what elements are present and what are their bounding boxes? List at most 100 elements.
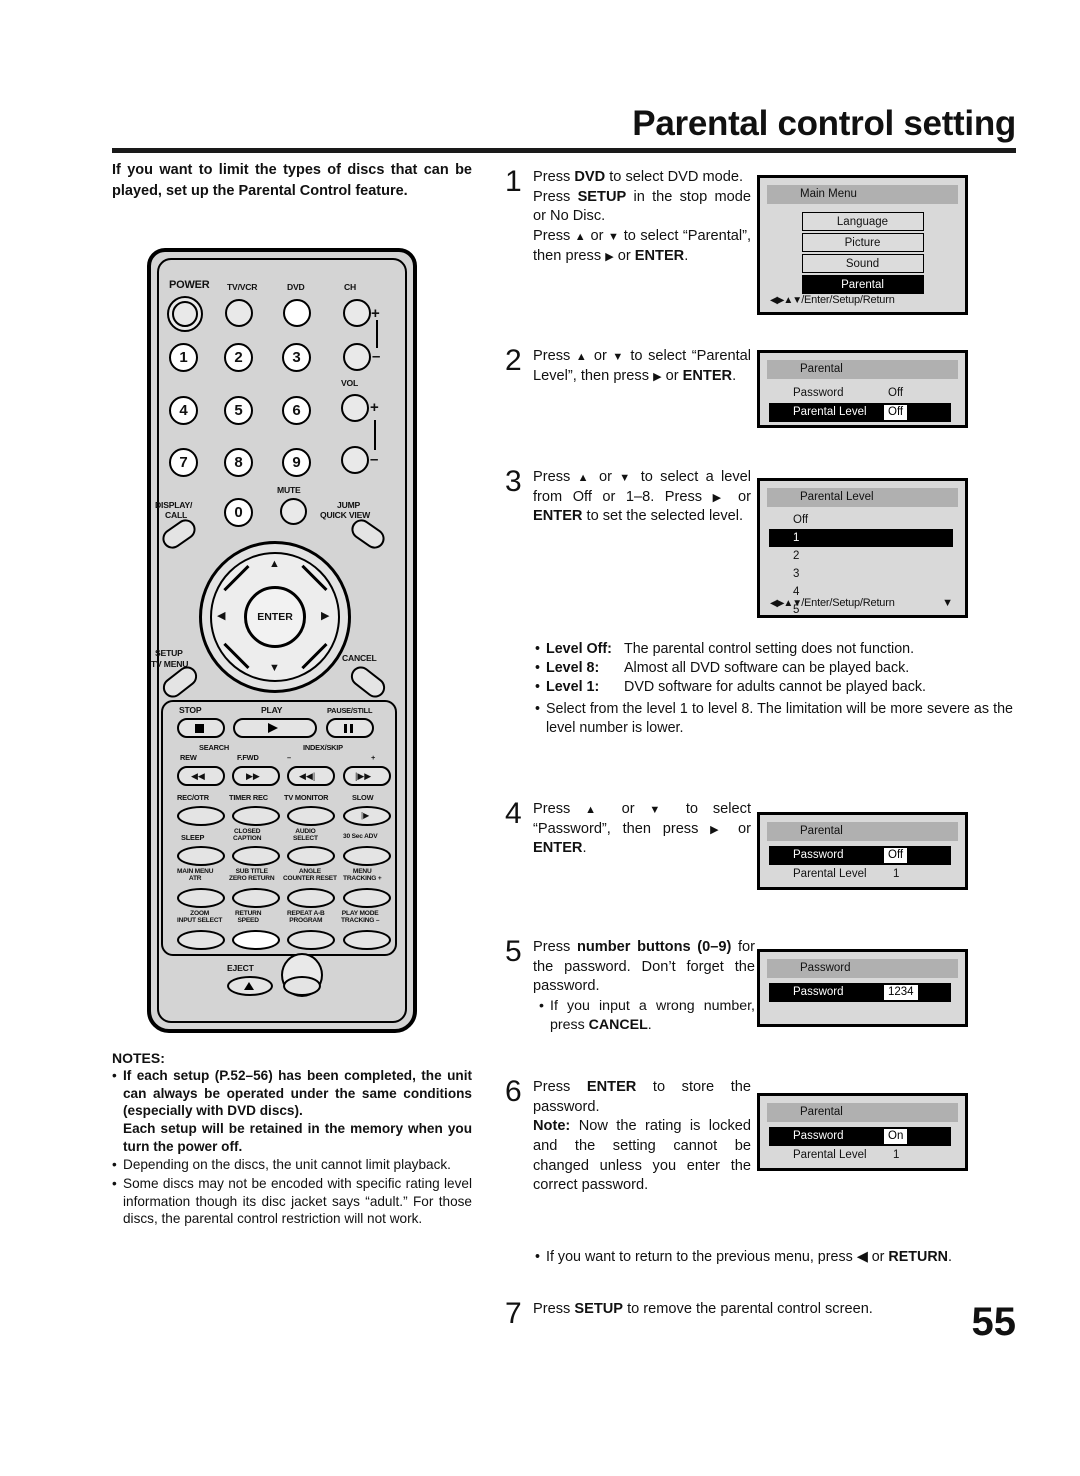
remote-label-audio-select: AUDIO SELECT [293, 828, 318, 842]
bullet-icon: • [535, 701, 541, 717]
repeat-ab-program-button[interactable] [287, 930, 335, 950]
enter-button[interactable]: ENTER [244, 586, 306, 648]
osd-level-2[interactable]: 2 [793, 547, 965, 565]
vol-plus-sign: + [370, 399, 379, 416]
remote-label-search: SEARCH [199, 743, 230, 752]
power-button-inner [172, 301, 198, 327]
osd-menu-item-language[interactable]: Language [801, 212, 924, 231]
osd-title: Parental [767, 1103, 958, 1122]
osd-menu-item-sound[interactable]: Sound [801, 254, 924, 273]
note-text: Each setup will be retained in the memor… [123, 1121, 472, 1154]
osd-row-parental-level[interactable]: Parental Level 1 [760, 865, 965, 884]
remote-label-index-plus: + [371, 753, 376, 762]
osd-parental-3: Parental Password On Parental Level 1 [757, 1093, 968, 1171]
remote-label-setup: SETUP [155, 648, 183, 658]
osd-nav-glyphs: ◀▶▲▼ [770, 295, 802, 306]
number-button-0[interactable]: 0 [224, 498, 253, 527]
osd-row-parental-level[interactable]: Parental Level 1 [760, 1146, 965, 1165]
remote-label-power: POWER [169, 279, 210, 291]
step-3: 3 Press ▲ or ▼ to select a level from Of… [505, 466, 752, 527]
return-speed-button[interactable] [232, 930, 280, 950]
pause-icon-bar2 [350, 724, 353, 733]
remote-label-ffwd: F.FWD [237, 753, 259, 762]
plain-bullet-text: Select from the level 1 to level 8. The … [546, 701, 1013, 736]
dpad-up-icon[interactable]: ▲ [269, 559, 280, 570]
step-text: Press SETUP to remove the parental contr… [533, 1301, 873, 1317]
osd-scroll-down-icon[interactable]: ▼ [942, 597, 953, 609]
number-button-2[interactable]: 2 [224, 343, 253, 372]
angle-counter-reset-button[interactable] [287, 888, 335, 908]
sub-title-zero-return-button[interactable] [232, 888, 280, 908]
remote-label-display: DISPLAY/ [155, 500, 193, 510]
osd-title: Password [767, 959, 958, 978]
play-mode-tracking-minus-button[interactable] [343, 930, 391, 950]
mute-button[interactable] [280, 498, 307, 525]
osd-level-3[interactable]: 3 [793, 565, 965, 583]
remote-label-mute: MUTE [277, 485, 301, 495]
note-item: Each setup will be retained in the memor… [112, 1120, 472, 1155]
tvvcr-button[interactable] [225, 299, 253, 327]
open-close-button[interactable] [283, 976, 321, 996]
tv-monitor-button[interactable] [287, 806, 335, 826]
osd-row-value: 1234 [884, 985, 918, 1000]
number-button-9[interactable]: 9 [282, 448, 311, 477]
remote-label-dvd: DVD [287, 282, 305, 292]
step-number: 5 [505, 935, 522, 968]
return-bullet-text: If you want to return to the previous me… [546, 1249, 952, 1265]
audio-select-button[interactable] [287, 846, 335, 866]
osd-row-parental-level[interactable]: Parental Level Off [769, 403, 951, 422]
osd-row-password[interactable]: Password 1234 [769, 983, 951, 1002]
zoom-input-select-button[interactable] [177, 930, 225, 950]
number-button-3[interactable]: 3 [282, 343, 311, 372]
vol-up-button[interactable] [341, 394, 369, 422]
number-button-1[interactable]: 1 [169, 343, 198, 372]
ch-connector-line [376, 320, 379, 348]
remote-label-timer-rec: TIMER REC [229, 793, 268, 802]
osd-nav-glyphs: ◀▶▲▼ [770, 598, 802, 609]
dpad[interactable]: ▲ ▼ ◀ ▶ ENTER [199, 541, 351, 693]
number-button-7[interactable]: 7 [169, 448, 198, 477]
dvd-button[interactable] [283, 299, 311, 327]
osd-row-label: Parental Level [793, 1149, 867, 1161]
menu-tracking-plus-button[interactable] [343, 888, 391, 908]
left-column: If you want to limit the types of discs … [112, 160, 472, 201]
slow-icon: |▶ [361, 811, 370, 820]
remote-label-angle-counter-reset: ANGLE COUNTER RESET [283, 868, 337, 882]
vol-down-button[interactable] [341, 446, 369, 474]
plain-bullet: • Select from the level 1 to level 8. Th… [535, 700, 1013, 738]
osd-level-1[interactable]: 1 [769, 529, 953, 547]
ch-up-button[interactable] [343, 299, 371, 327]
remote-label-index-skip: INDEX/SKIP [303, 743, 343, 752]
thirty-sec-adv-button[interactable] [343, 846, 391, 866]
number-button-5[interactable]: 5 [224, 396, 253, 425]
remote-label-sub-title-zero-return: SUB TITLE ZERO RETURN [229, 868, 275, 882]
step-text: Press ▲ or ▼ to select a level from Off … [533, 469, 752, 525]
ch-down-button[interactable] [343, 343, 371, 371]
osd-menu-item-parental[interactable]: Parental [801, 275, 924, 294]
number-button-8[interactable]: 8 [224, 448, 253, 477]
number-button-4[interactable]: 4 [169, 396, 198, 425]
vol-minus-sign: – [370, 451, 379, 468]
osd-row-password[interactable]: Password Off [760, 384, 965, 403]
number-button-6[interactable]: 6 [282, 396, 311, 425]
rec-otr-button[interactable] [177, 806, 225, 826]
osd-level-off[interactable]: Off [793, 511, 965, 529]
remote-label-stop: STOP [179, 705, 202, 715]
ch-minus-sign: – [372, 348, 381, 365]
osd-row-label: Password [793, 387, 844, 399]
dpad-down-icon[interactable]: ▼ [269, 663, 280, 674]
dpad-right-icon[interactable]: ▶ [321, 611, 329, 622]
osd-parental-2: Parental Password Off Parental Level 1 [757, 812, 968, 890]
timer-rec-button[interactable] [232, 806, 280, 826]
dpad-left-icon[interactable]: ◀ [217, 611, 225, 622]
sleep-button[interactable] [177, 846, 225, 866]
osd-row-password[interactable]: Password On [769, 1127, 951, 1146]
step-number: 7 [505, 1297, 522, 1330]
osd-menu-item-picture[interactable]: Picture [801, 233, 924, 252]
osd-row-value: Off [884, 848, 908, 863]
level-bullet-label: Level 1: [546, 679, 600, 695]
closed-caption-button[interactable] [232, 846, 280, 866]
level-bullet-label: Level Off: [546, 641, 612, 657]
main-menu-atr-button[interactable] [177, 888, 225, 908]
osd-row-password[interactable]: Password Off [769, 846, 951, 865]
